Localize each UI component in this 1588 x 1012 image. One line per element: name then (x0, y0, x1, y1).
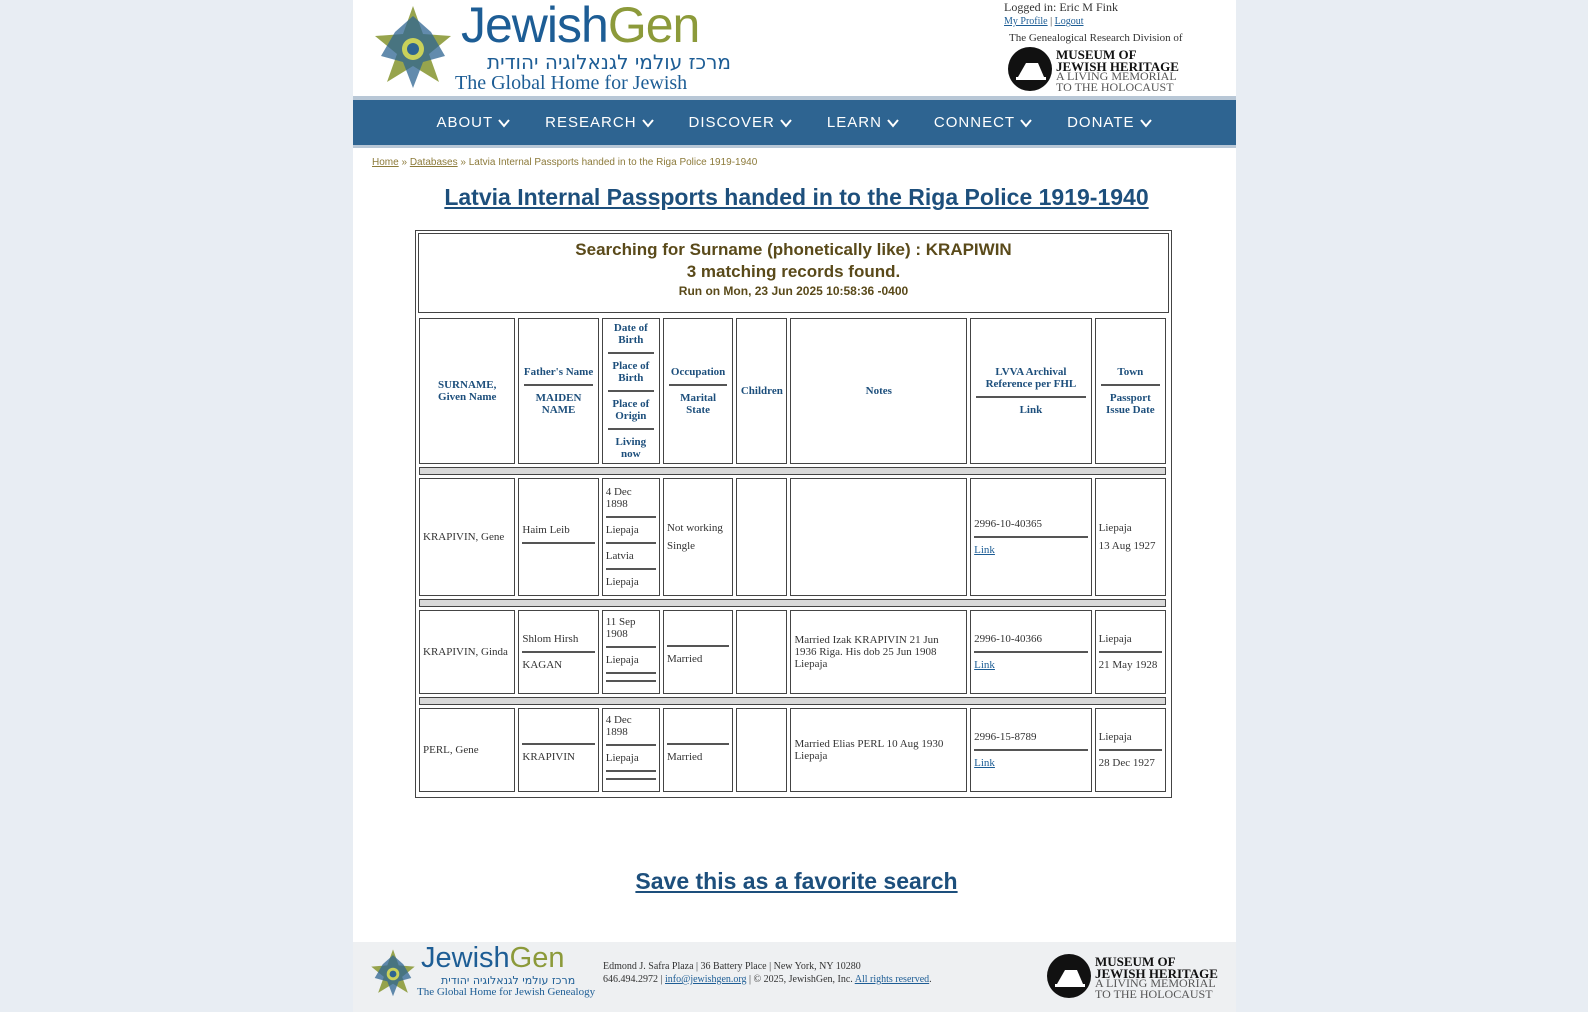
nav-donate[interactable]: DONATE (1067, 114, 1152, 131)
cell-birth: 11 Sep 1908 Liepaja (601, 610, 660, 694)
museum-tagline: A LIVING MEMORIAL TO THE HOLOCAUST (1056, 69, 1177, 94)
nav-research[interactable]: RESEARCH (545, 114, 654, 131)
footer-tagline: The Global Home for Jewish Genealogy (417, 986, 596, 998)
nav-bottom-border (353, 145, 1236, 148)
phone-text: 646.494.2972 | (603, 974, 663, 985)
chevron-down-icon (1139, 118, 1152, 128)
division-text: The Genealogical Research Division of (1009, 32, 1183, 44)
breadcrumb-separator: » (401, 157, 408, 168)
cell-occupation: Not working Single (662, 478, 734, 596)
chevron-down-icon (641, 118, 654, 128)
results-table: SURNAME, Given Name Father's Name MAIDEN … (416, 315, 1169, 795)
jewishgen-logo[interactable]: JewishGen מרכז עולמי לגנאלוגיה יהודית Th… (371, 0, 761, 117)
cell-children (736, 708, 788, 792)
footer-address: Edmond J. Safra Plaza | 36 Battery Place… (603, 961, 932, 985)
address-text: Edmond J. Safra Plaza | 36 Battery Place… (603, 961, 861, 972)
row-separator (419, 599, 1166, 607)
museum-emblem-icon (1047, 954, 1091, 998)
museum-emblem-icon (1008, 47, 1052, 91)
footer-jewishgen-logo[interactable]: JewishGen מרכז עולמי לגנאלוגיה יהודית Th… (369, 942, 599, 1002)
cell-father-maiden: Shlom Hirsh KAGAN (518, 610, 599, 694)
login-status: Logged in: Eric M Fink My Profile | Logo… (1004, 0, 1118, 27)
cell-town: Liepaja 13 Aug 1927 (1094, 478, 1166, 596)
row-separator (419, 467, 1166, 475)
star-logo-icon (375, 6, 451, 88)
save-favorite-search-link[interactable]: Save this as a favorite search (353, 868, 1240, 895)
page: JewishGen מרכז עולמי לגנאלוגיה יהודית Th… (353, 0, 1236, 1012)
cell-birth: 4 Dec 1898 Liepaja (601, 708, 660, 792)
logo-hebrew: מרכז עולמי לגנאלוגיה יהודית (487, 50, 731, 74)
header-children: Children (736, 318, 788, 464)
header-notes: Notes (790, 318, 968, 464)
breadcrumb-home[interactable]: Home (372, 157, 399, 168)
cell-birth: 4 Dec 1898 Liepaja Latvia Liepaja (601, 478, 660, 596)
cell-notes: Married Elias PERL 10 Aug 1930 Liepaja (790, 708, 968, 792)
museum-tagline: A LIVING MEMORIAL TO THE HOLOCAUST (1095, 976, 1216, 1001)
cell-name: PERL, Gene (419, 708, 516, 792)
match-count: 3 matching records found. (686, 262, 901, 281)
header-surname: SURNAME, Given Name (419, 318, 516, 464)
footer-wordmark: JewishGen (421, 942, 565, 974)
header-birth: Date of Birth Place of Birth Place of Or… (601, 318, 660, 464)
chevron-down-icon (498, 118, 510, 128)
breadcrumb-databases[interactable]: Databases (410, 157, 458, 168)
nav-learn[interactable]: LEARN (827, 114, 900, 131)
main-nav: ABOUT RESEARCH DISCOVER LEARN CONNECT DO… (353, 100, 1236, 145)
breadcrumb-separator: » (460, 157, 466, 168)
cell-lvva: 2996-10-40366 Link (970, 610, 1092, 694)
breadcrumb-current: Latvia Internal Passports handed in to t… (468, 157, 758, 168)
record-link[interactable]: Link (974, 544, 995, 556)
run-timestamp: Run on Mon, 23 Jun 2025 10:58:36 -0400 (678, 284, 909, 298)
cell-occupation: Married (662, 708, 734, 792)
cell-lvva: 2996-10-40365 Link (970, 478, 1092, 596)
row-separator (419, 697, 1166, 705)
footer-museum-logo[interactable]: MUSEUM OF JEWISH HERITAGE A LIVING MEMORI… (1047, 954, 1227, 1000)
header-occupation: Occupation Marital State (662, 318, 734, 464)
table-row: PERL, Gene KRAPIVIN 4 Dec 1898 Liepaja M… (419, 708, 1166, 792)
cell-name: KRAPIVIN, Ginda (419, 610, 516, 694)
table-row: KRAPIVIN, Gene Haim Leib 4 Dec 1898 Liep… (419, 478, 1166, 596)
header-town: Town Passport Issue Date (1094, 318, 1166, 464)
nav-about[interactable]: ABOUT (436, 114, 511, 131)
results-box: Searching for Surname (phonetically like… (415, 230, 1172, 798)
nav-discover[interactable]: DISCOVER (689, 114, 793, 131)
breadcrumb: Home » Databases » Latvia Internal Passp… (372, 157, 757, 168)
museum-logo[interactable]: MUSEUM OF JEWISH HERITAGE A LIVING MEMORI… (1008, 47, 1193, 93)
cell-children (736, 610, 788, 694)
header-lvva: LVVA Archival Reference per FHL Link (970, 318, 1092, 464)
record-link[interactable]: Link (974, 659, 995, 671)
cell-name: KRAPIVIN, Gene (419, 478, 516, 596)
chevron-down-icon (887, 118, 899, 128)
my-profile-link[interactable]: My Profile (1004, 16, 1048, 27)
table-row: KRAPIVIN, Ginda Shlom Hirsh KAGAN 11 Sep … (419, 610, 1166, 694)
footer: JewishGen מרכז עולמי לגנאלוגיה יהודית Th… (353, 942, 1236, 1012)
search-summary: Searching for Surname (phonetically like… (418, 233, 1169, 313)
table-header-row: SURNAME, Given Name Father's Name MAIDEN … (419, 318, 1166, 464)
logout-link[interactable]: Logout (1055, 16, 1084, 27)
chevron-down-icon (1020, 118, 1032, 128)
page-title[interactable]: Latvia Internal Passports handed in to t… (353, 184, 1240, 211)
header-father-maiden: Father's Name MAIDEN NAME (518, 318, 599, 464)
email-link[interactable]: info@jewishgen.org (665, 974, 747, 985)
copyright-text: | © 2025, JewishGen, Inc. (749, 974, 853, 985)
logo-wordmark: JewishGen (461, 0, 700, 53)
cell-town: Liepaja 21 May 1928 (1094, 610, 1166, 694)
star-logo-icon (371, 949, 415, 997)
cell-father-maiden: KRAPIVIN (518, 708, 599, 792)
nav-connect[interactable]: CONNECT (934, 114, 1033, 131)
cell-town: Liepaja 28 Dec 1927 (1094, 708, 1166, 792)
logged-in-text: Logged in: Eric M Fink (1004, 0, 1118, 14)
record-link[interactable]: Link (974, 757, 995, 769)
cell-notes (790, 478, 968, 596)
rights-link[interactable]: All rights reserved (855, 974, 929, 985)
cell-children (736, 478, 788, 596)
cell-lvva: 2996-15-8789 Link (970, 708, 1092, 792)
cell-occupation: Married (662, 610, 734, 694)
search-criteria: Searching for Surname (phonetically like… (575, 240, 1012, 259)
cell-notes: Married Izak KRAPIVIN 21 Jun 1936 Riga. … (790, 610, 968, 694)
link-separator: | (1050, 16, 1053, 27)
cell-father-maiden: Haim Leib (518, 478, 599, 596)
chevron-down-icon (780, 118, 792, 128)
